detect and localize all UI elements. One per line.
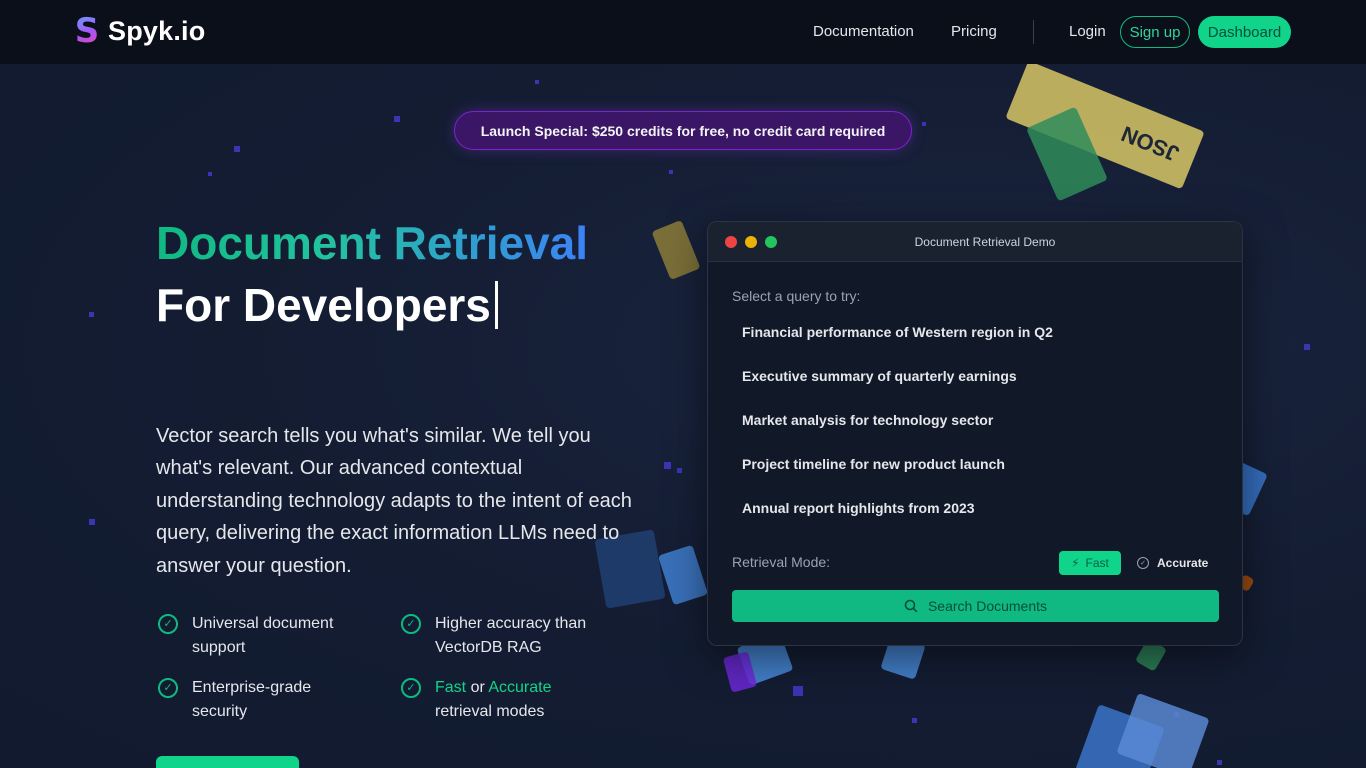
check-circle-icon: ✓ <box>401 678 421 698</box>
feature-universal-support: ✓ Universal document support <box>158 612 358 660</box>
top-navbar: S Spyk.io Documentation Pricing Login Si… <box>0 0 1366 64</box>
feature-text: Fast or Accurate retrieval modes <box>435 676 552 724</box>
signup-button[interactable]: Sign up <box>1120 16 1190 48</box>
feature-fast-word: Fast <box>435 679 467 696</box>
pixel-decor <box>208 172 212 176</box>
window-title: Document Retrieval Demo <box>914 235 1056 249</box>
dashboard-button[interactable]: Dashboard <box>1198 16 1291 48</box>
hero-title-line2-text: For Developers <box>156 279 491 331</box>
pixel-decor <box>89 519 95 525</box>
query-option[interactable]: Market analysis for technology sector <box>742 412 993 428</box>
retrieval-demo-window: Document Retrieval Demo Select a query t… <box>707 221 1243 646</box>
hero-title-line1: Document Retrieval <box>156 217 589 269</box>
pixel-decor <box>912 718 917 723</box>
search-documents-button[interactable]: Search Documents <box>732 590 1219 622</box>
check-circle-icon: ✓ <box>158 614 178 634</box>
mode-fast-label: Fast <box>1085 556 1109 570</box>
query-prompt: Select a query to try: <box>732 288 861 304</box>
pixel-decor <box>394 116 400 122</box>
feature-text: Enterprise-grade security <box>192 679 312 720</box>
feature-retrieval-modes: ✓ Fast or Accurate retrieval modes <box>401 676 621 724</box>
query-option[interactable]: Annual report highlights from 2023 <box>742 500 975 516</box>
get-started-button[interactable] <box>156 756 299 768</box>
pixel-decor <box>677 468 682 473</box>
hero-title-line2: For Developers <box>156 278 498 332</box>
json-file-decor <box>651 219 701 281</box>
feature-enterprise-security: ✓ Enterprise-grade security <box>158 676 358 724</box>
feature-rest-text: retrieval modes <box>435 703 545 720</box>
pixel-decor <box>793 686 803 696</box>
check-circle-icon: ✓ <box>158 678 178 698</box>
nav-login[interactable]: Login <box>1069 23 1106 40</box>
query-option[interactable]: Project timeline for new product launch <box>742 456 1005 472</box>
pixel-decor <box>535 80 539 84</box>
check-circle-icon: ✓ <box>401 614 421 634</box>
brand-name: Spyk.io <box>108 15 206 46</box>
search-icon <box>904 599 918 613</box>
check-circle-icon: ✓ <box>1137 557 1149 569</box>
pixel-decor <box>234 146 240 152</box>
doc-file-decor <box>657 544 709 606</box>
word-file-decor <box>1116 692 1210 768</box>
mode-accurate-label: Accurate <box>1157 556 1209 570</box>
brand-logo[interactable]: S Spyk.io <box>74 11 206 51</box>
pixel-decor <box>1217 760 1222 765</box>
launch-special-banner[interactable]: Launch Special: $250 credits for free, n… <box>454 111 912 150</box>
nav-pricing[interactable]: Pricing <box>951 23 997 40</box>
json-label: JSON <box>1117 121 1183 167</box>
logo-icon: S <box>74 11 100 51</box>
pixel-decor <box>664 462 671 469</box>
mode-fast-button[interactable]: ⚡ Fast <box>1059 551 1121 575</box>
query-option[interactable]: Executive summary of quarterly earnings <box>742 368 1017 384</box>
feature-accurate-word: Accurate <box>488 679 552 696</box>
retrieval-mode-label: Retrieval Mode: <box>732 554 831 570</box>
nav-documentation[interactable]: Documentation <box>813 23 914 40</box>
mode-accurate-button[interactable]: ✓ Accurate <box>1137 551 1208 575</box>
query-option[interactable]: Financial performance of Western region … <box>742 324 1053 340</box>
feature-or-word: or <box>466 679 489 696</box>
nav-divider <box>1033 20 1034 44</box>
feature-text: Higher accuracy than VectorDB RAG <box>435 615 587 656</box>
feature-higher-accuracy: ✓ Higher accuracy than VectorDB RAG <box>401 612 621 660</box>
window-titlebar: Document Retrieval Demo <box>708 222 1242 262</box>
pixel-decor <box>922 122 926 126</box>
feature-text: Universal document support <box>192 615 334 656</box>
pixel-decor <box>669 170 673 174</box>
lightning-icon: ⚡ <box>1071 556 1080 570</box>
hero-description: Vector search tells you what's similar. … <box>156 425 632 577</box>
pixel-decor <box>1304 344 1310 350</box>
search-button-label: Search Documents <box>927 598 1048 614</box>
pixel-decor <box>89 312 94 317</box>
typing-caret <box>494 281 498 329</box>
